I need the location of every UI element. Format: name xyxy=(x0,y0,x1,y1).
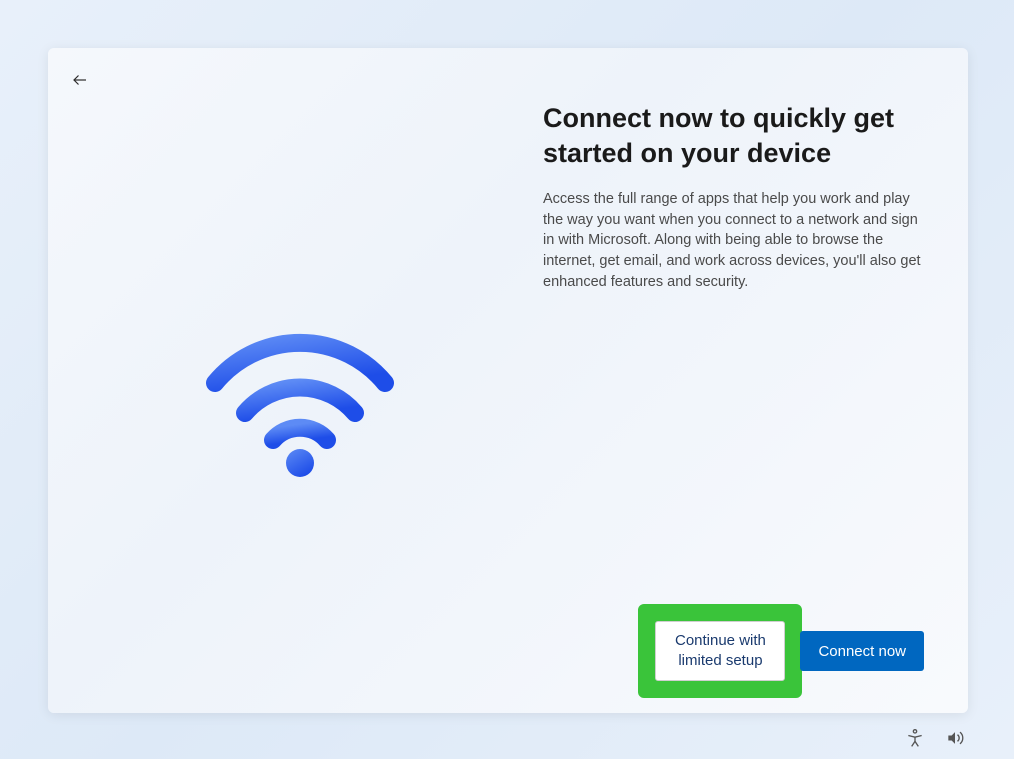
highlight-box: Continue with limited setup xyxy=(638,604,802,698)
arrow-left-icon xyxy=(71,71,89,89)
wifi-illustration xyxy=(176,308,424,498)
accessibility-icon xyxy=(905,728,925,748)
connect-now-button[interactable]: Connect now xyxy=(800,631,924,671)
button-row: Continue with limited setup Connect now xyxy=(638,604,924,698)
content-area: Connect now to quickly get started on yo… xyxy=(543,101,933,292)
setup-panel: Connect now to quickly get started on yo… xyxy=(48,48,968,713)
volume-button[interactable] xyxy=(944,727,966,749)
accessibility-button[interactable] xyxy=(904,727,926,749)
volume-icon xyxy=(945,728,965,748)
page-heading: Connect now to quickly get started on yo… xyxy=(543,101,933,171)
page-description: Access the full range of apps that help … xyxy=(543,189,933,292)
back-button[interactable] xyxy=(64,64,96,96)
wifi-icon xyxy=(200,328,400,478)
system-tray xyxy=(904,727,966,749)
continue-limited-setup-button[interactable]: Continue with limited setup xyxy=(655,621,785,681)
